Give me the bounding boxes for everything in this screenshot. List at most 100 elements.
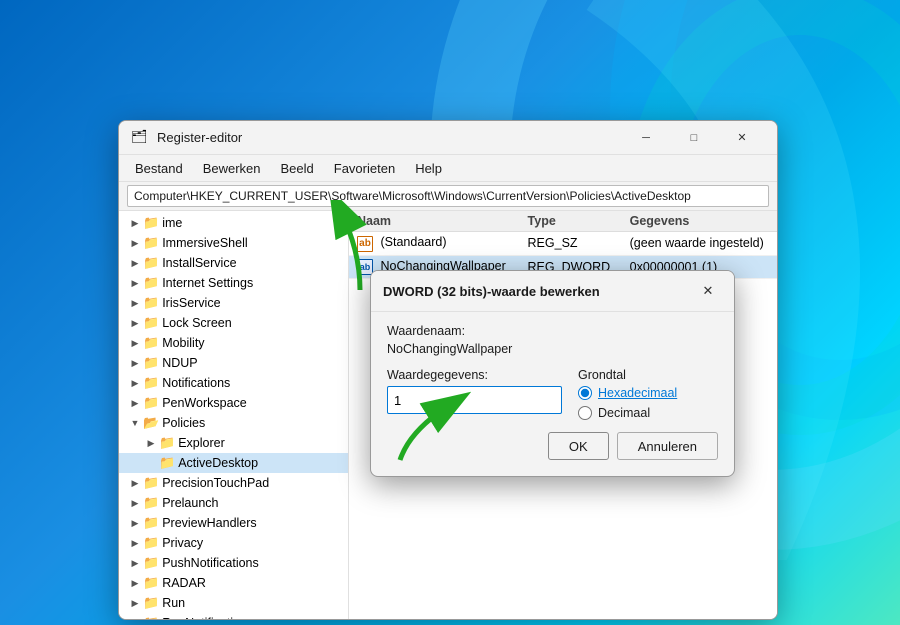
tree-item-run[interactable]: ▶ 📁 Run [119, 593, 348, 613]
tree-item-immersiveshell[interactable]: ▶ 📁 ImmersiveShell [119, 233, 348, 253]
tree-item-internetsettings[interactable]: ▶ 📁 Internet Settings [119, 273, 348, 293]
expand-icon: ▶ [127, 395, 143, 411]
tree-label: NDUP [162, 356, 197, 370]
folder-icon: 📁 [143, 315, 159, 331]
table-row[interactable]: ab (Standaard) REG_SZ (geen waarde inges… [349, 232, 777, 256]
expand-icon: ▶ [127, 515, 143, 531]
menu-favorieten[interactable]: Favorieten [326, 159, 403, 178]
tree-panel: ▶ 📁 ime ▶ 📁 ImmersiveShell ▶ 📁 InstallSe… [119, 211, 349, 619]
dialog-body: Waardenaam: NoChangingWallpaper Waardege… [371, 312, 734, 476]
tree-label: PushNotifications [162, 556, 259, 570]
menu-beeld[interactable]: Beeld [273, 159, 322, 178]
folder-icon: 📁 [143, 375, 159, 391]
close-button[interactable]: ✕ [719, 122, 765, 154]
expand-icon: ▶ [127, 255, 143, 271]
cancel-button[interactable]: Annuleren [617, 432, 718, 460]
row-name: ab (Standaard) [349, 232, 520, 256]
dialog-title: DWORD (32 bits)-waarde bewerken [383, 284, 600, 299]
expand-icon: ▶ [127, 615, 143, 619]
window-title: Register-editor [157, 130, 623, 145]
tree-item-lockscreen[interactable]: ▶ 📁 Lock Screen [119, 313, 348, 333]
expand-icon: ▶ [127, 275, 143, 291]
value-data-input[interactable] [387, 386, 562, 414]
expand-icon: ▶ [143, 435, 159, 451]
tree-item-prelaunch[interactable]: ▶ 📁 Prelaunch [119, 493, 348, 513]
tree-label: ActiveDesktop [178, 456, 258, 470]
tree-item-irisservice[interactable]: ▶ 📁 IrisService [119, 293, 348, 313]
address-input[interactable] [127, 185, 769, 207]
menu-bewerken[interactable]: Bewerken [195, 159, 269, 178]
tree-item-activedesktop[interactable]: ▶ 📁 ActiveDesktop [119, 453, 348, 473]
address-bar [119, 181, 777, 211]
tree-label: RunNotification [162, 616, 247, 619]
radio-hex-item[interactable]: Hexadecimaal [578, 386, 718, 400]
tree-item-mobility[interactable]: ▶ 📁 Mobility [119, 333, 348, 353]
dialog-col-base: Grondtal Hexadecimaal Decimaal [578, 368, 718, 420]
dialog-buttons: OK Annuleren [387, 432, 718, 460]
dialog-title-bar: DWORD (32 bits)-waarde bewerken ✕ [371, 271, 734, 312]
tree-item-penworkspace[interactable]: ▶ 📁 PenWorkspace [119, 393, 348, 413]
menu-help[interactable]: Help [407, 159, 450, 178]
tree-item-radar[interactable]: ▶ 📁 RADAR [119, 573, 348, 593]
radio-dec[interactable] [578, 406, 592, 420]
tree-item-notifications[interactable]: ▶ 📁 Notifications [119, 373, 348, 393]
maximize-icon: □ [691, 132, 698, 144]
folder-icon: 📁 [143, 295, 159, 311]
radio-hex[interactable] [578, 386, 592, 400]
maximize-button[interactable]: □ [671, 122, 717, 154]
expand-icon: ▶ [127, 575, 143, 591]
tree-item-pushnotifications[interactable]: ▶ 📁 PushNotifications [119, 553, 348, 573]
expand-icon: ▶ [127, 495, 143, 511]
dialog-close-icon: ✕ [703, 283, 714, 299]
tree-label: Run [162, 596, 185, 610]
radio-hex-label: Hexadecimaal [598, 386, 677, 400]
ab-icon: ab [357, 236, 373, 252]
tree-label: Mobility [162, 336, 204, 350]
tree-item-ime[interactable]: ▶ 📁 ime [119, 213, 348, 233]
tree-label: Notifications [162, 376, 230, 390]
folder-icon: 📁 [143, 475, 159, 491]
col-type: Type [520, 211, 622, 232]
folder-icon: 📁 [143, 335, 159, 351]
row-type: REG_SZ [520, 232, 622, 256]
folder-icon: 📁 [159, 435, 175, 451]
folder-icon: 📁 [143, 555, 159, 571]
expand-icon: ▶ [127, 235, 143, 251]
tree-item-privacy[interactable]: ▶ 📁 Privacy [119, 533, 348, 553]
dialog-dword-edit: DWORD (32 bits)-waarde bewerken ✕ Waarde… [370, 270, 735, 477]
expand-icon: ▶ [127, 595, 143, 611]
tree-label: ImmersiveShell [162, 236, 247, 250]
tree-label: PreviewHandlers [162, 516, 256, 530]
col-naam: Naam [349, 211, 520, 232]
folder-icon: 📁 [143, 235, 159, 251]
folder-icon: 📁 [143, 215, 159, 231]
folder-open-icon: 📂 [143, 415, 159, 431]
folder-icon: 📁 [143, 535, 159, 551]
dialog-row: Waardegegevens: Grondtal Hexadecimaal De… [387, 368, 718, 420]
tree-item-policies[interactable]: ▼ 📂 Policies [119, 413, 348, 433]
window-controls: ─ □ ✕ [623, 122, 765, 154]
folder-icon: 📁 [159, 455, 175, 471]
tree-item-runnotification[interactable]: ▶ 📁 RunNotification [119, 613, 348, 619]
folder-icon: 📁 [143, 575, 159, 591]
tree-label: ime [162, 216, 182, 230]
tree-item-explorer[interactable]: ▶ 📁 Explorer [119, 433, 348, 453]
folder-icon: 📁 [143, 395, 159, 411]
menu-bestand[interactable]: Bestand [127, 159, 191, 178]
minimize-button[interactable]: ─ [623, 122, 669, 154]
expand-icon: ▶ [127, 375, 143, 391]
tree-item-precisiontouchpad[interactable]: ▶ 📁 PrecisionTouchPad [119, 473, 348, 493]
tree-item-previewhandlers[interactable]: ▶ 📁 PreviewHandlers [119, 513, 348, 533]
radio-dec-label: Decimaal [598, 406, 650, 420]
value-name-display: NoChangingWallpaper [387, 342, 718, 356]
registry-table: Naam Type Gegevens ab (Standaard) REG_SZ… [349, 211, 777, 279]
tree-item-installservice[interactable]: ▶ 📁 InstallService [119, 253, 348, 273]
tree-label: Explorer [178, 436, 225, 450]
radio-dec-item[interactable]: Decimaal [578, 406, 718, 420]
dialog-close-button[interactable]: ✕ [694, 279, 722, 303]
col-gegevens: Gegevens [622, 211, 777, 232]
folder-icon: 📁 [143, 615, 159, 619]
folder-icon: 📁 [143, 355, 159, 371]
ok-button[interactable]: OK [548, 432, 609, 460]
tree-item-ndup[interactable]: ▶ 📁 NDUP [119, 353, 348, 373]
